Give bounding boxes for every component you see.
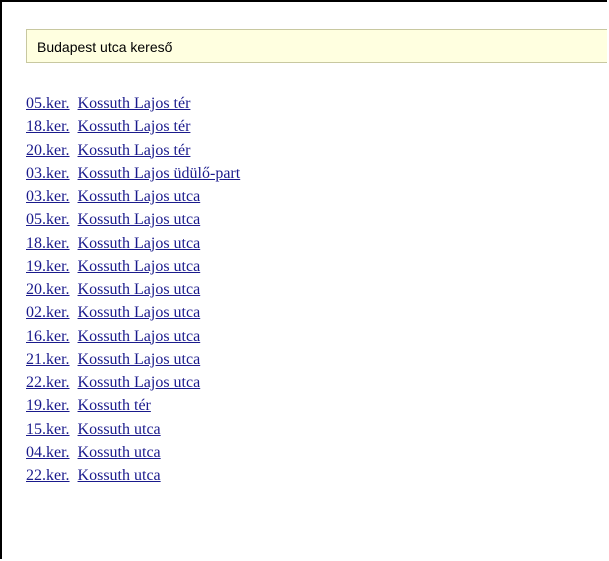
result-link[interactable]: 21.ker. Kossuth Lajos utca [26,351,200,368]
district-label: 05.ker. [26,211,70,229]
district-label: 02.ker. [26,304,70,322]
result-link[interactable]: 19.ker. Kossuth Lajos utca [26,258,200,275]
district-label: 21.ker. [26,350,70,368]
street-label: Kossuth Lajos üdülő-part [77,164,241,182]
list-item: 21.ker. Kossuth Lajos utca [26,348,240,371]
result-link[interactable]: 16.ker. Kossuth Lajos utca [26,328,200,345]
street-label: Kossuth Lajos utca [77,327,201,345]
list-item: 02.ker. Kossuth Lajos utca [26,301,240,324]
district-label: 18.ker. [26,234,70,252]
result-link[interactable]: 03.ker. Kossuth Lajos üdülő-part [26,165,240,182]
street-label: Kossuth Lajos utca [77,281,201,298]
result-link[interactable]: 22.ker. Kossuth utca [26,467,161,484]
result-link[interactable]: 19.ker. Kossuth tér [26,397,151,414]
result-link[interactable]: 18.ker. Kossuth Lajos utca [26,235,200,252]
list-item: 04.ker. Kossuth utca [26,441,240,464]
results-list: 05.ker. Kossuth Lajos tér 18.ker. Kossuth … [26,92,240,487]
list-item: 16.ker. Kossuth Lajos utca [26,325,240,348]
result-link[interactable]: 20.ker. Kossuth Lajos tér [26,142,190,159]
district-label: 18.ker. [26,118,70,136]
result-link[interactable]: 15.ker. Kossuth utca [26,421,161,438]
result-link[interactable]: 22.ker. Kossuth Lajos utca [26,374,200,391]
district-label: 04.ker. [26,443,70,461]
street-label: Kossuth Lajos tér [77,95,191,112]
street-label: Kossuth Lajos utca [77,374,201,391]
page-title: Budapest utca kereső [26,29,607,63]
list-item: 05.ker. Kossuth Lajos utca [26,208,240,231]
list-item: 19.ker. Kossuth Lajos utca [26,255,240,278]
street-label: Kossuth tér [77,397,151,415]
list-item: 05.ker. Kossuth Lajos tér [26,92,240,115]
district-label: 15.ker. [26,420,70,438]
district-label: 19.ker. [26,257,70,275]
district-label: 20.ker. [26,281,70,298]
district-label: 03.ker. [26,188,70,205]
street-label: Kossuth Lajos utca [77,234,201,252]
district-label: 05.ker. [26,95,70,112]
list-item: 18.ker. Kossuth Lajos utca [26,232,240,255]
street-label: Kossuth Lajos utca [77,211,201,229]
street-label: Kossuth Lajos utca [77,304,201,322]
list-item: 20.ker. Kossuth Lajos utca [26,278,240,301]
street-label: Kossuth Lajos tér [77,141,191,159]
district-label: 20.ker. [26,141,70,159]
list-item: 15.ker. Kossuth utca [26,418,240,441]
district-label: 16.ker. [26,327,70,345]
street-label: Kossuth utca [77,420,161,438]
page-frame: Budapest utca kereső 05.ker. Kossuth Lajo… [0,0,607,559]
street-label: Kossuth utca [77,467,161,484]
list-item: 20.ker. Kossuth Lajos tér [26,139,240,162]
district-label: 22.ker. [26,467,70,484]
street-label: Kossuth Lajos utca [77,350,201,368]
district-label: 19.ker. [26,397,70,415]
result-link[interactable]: 02.ker. Kossuth Lajos utca [26,304,200,321]
street-label: Kossuth utca [77,443,161,461]
result-link[interactable]: 18.ker. Kossuth Lajos tér [26,118,190,135]
district-label: 03.ker. [26,164,70,182]
list-item: 19.ker. Kossuth tér [26,394,240,417]
street-label: Kossuth Lajos utca [77,188,201,205]
result-link[interactable]: 03.ker. Kossuth Lajos utca [26,188,200,205]
street-label: Kossuth Lajos tér [77,118,191,136]
list-item: 03.ker. Kossuth Lajos utca [26,185,240,208]
list-item: 22.ker. Kossuth utca [26,464,240,487]
list-item: 18.ker. Kossuth Lajos tér [26,115,240,138]
result-link[interactable]: 05.ker. Kossuth Lajos tér [26,95,190,112]
list-item: 22.ker. Kossuth Lajos utca [26,371,240,394]
result-link[interactable]: 04.ker. Kossuth utca [26,444,161,461]
district-label: 22.ker. [26,374,70,391]
result-link[interactable]: 20.ker. Kossuth Lajos utca [26,281,200,298]
street-label: Kossuth Lajos utca [77,257,201,275]
list-item: 03.ker. Kossuth Lajos üdülő-part [26,162,240,185]
result-link[interactable]: 05.ker. Kossuth Lajos utca [26,211,200,228]
